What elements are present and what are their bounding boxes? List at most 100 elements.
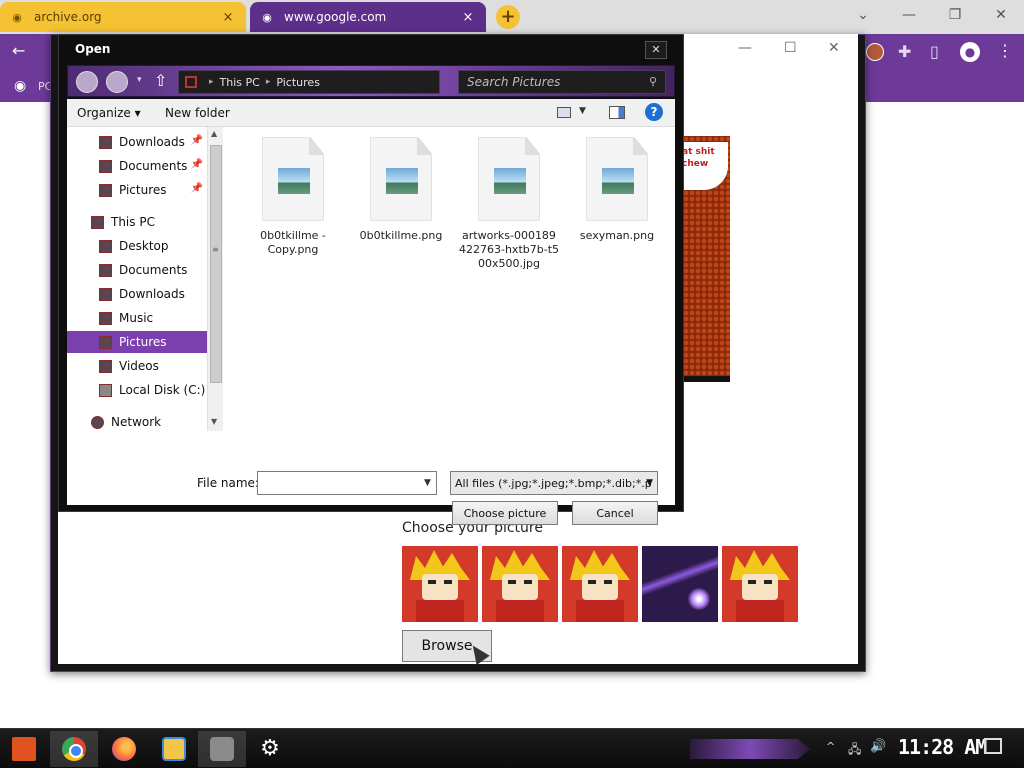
- new-tab-button[interactable]: +: [496, 5, 520, 29]
- nav-item-label: Pictures: [119, 335, 167, 349]
- nav-item-label: Network: [111, 415, 162, 429]
- nav-item-downloads[interactable]: Downloads 📌: [67, 131, 207, 153]
- close-tab-icon[interactable]: ×: [460, 10, 476, 25]
- volume-tray-icon[interactable]: 🔊: [870, 739, 886, 754]
- change-view-icon[interactable]: [557, 107, 571, 118]
- back-arrow-icon[interactable]: ←: [12, 41, 25, 60]
- breadcrumb-pictures[interactable]: Pictures: [276, 76, 320, 89]
- start-button[interactable]: [12, 737, 36, 761]
- cancel-button[interactable]: Cancel: [572, 501, 658, 525]
- tab-archive[interactable]: ◉ archive.org ×: [0, 2, 246, 32]
- forward-nav-icon[interactable]: [106, 71, 128, 93]
- side-panel-icon[interactable]: ▯: [930, 42, 939, 61]
- nav-item-music[interactable]: Music: [67, 307, 207, 329]
- picture-thumbnail[interactable]: [482, 546, 558, 622]
- file-item[interactable]: 0b0tkillme.png: [351, 137, 451, 243]
- tab-search-chevron-icon[interactable]: ⌄: [848, 4, 878, 26]
- globe-icon: ◉: [262, 10, 272, 24]
- search-icon[interactable]: ⚲: [649, 75, 657, 88]
- close-tab-icon[interactable]: ×: [220, 10, 236, 25]
- dialog-title: Open: [75, 42, 111, 56]
- view-options-chevron-icon[interactable]: ▼: [579, 106, 586, 116]
- file-name-label: File name:: [197, 476, 259, 490]
- taskbar-clock[interactable]: 11:28 AM: [898, 735, 987, 759]
- new-folder-button[interactable]: New folder: [165, 106, 230, 120]
- nav-item-label: Desktop: [119, 239, 169, 253]
- picture-thumbnail[interactable]: [562, 546, 638, 622]
- restore-button[interactable]: ❐: [940, 4, 970, 26]
- popup-minimize-button[interactable]: —: [738, 40, 752, 56]
- file-item[interactable]: sexyman.png: [567, 137, 667, 243]
- nav-item-this-pc[interactable]: This PC: [67, 211, 207, 233]
- scroll-down-icon[interactable]: ▼: [211, 417, 217, 426]
- file-explorer-icon[interactable]: [162, 737, 186, 761]
- downloads-folder-icon: [99, 287, 112, 301]
- up-folder-icon[interactable]: ⇧: [154, 71, 167, 90]
- globe-icon: ◉: [12, 10, 22, 24]
- choose-picture-button[interactable]: Choose picture: [452, 501, 558, 525]
- file-item[interactable]: artworks-000189422763-hxtb7b-t500x500.jp…: [459, 137, 559, 271]
- puzzle-icon[interactable]: ✚: [898, 42, 911, 61]
- nav-item-pictures[interactable]: Pictures 📌: [67, 179, 207, 201]
- nav-item-videos[interactable]: Videos: [67, 355, 207, 377]
- image-file-icon: [586, 137, 648, 221]
- notification-icon[interactable]: [984, 738, 1002, 754]
- dialog-close-button[interactable]: ✕: [645, 41, 667, 59]
- popup-close-button[interactable]: ✕: [828, 40, 840, 56]
- file-name: 0b0tkillme.png: [359, 229, 443, 242]
- breadcrumb[interactable]: ▸ This PC ▸ Pictures: [178, 70, 440, 94]
- nav-item-documents[interactable]: Documents: [67, 259, 207, 281]
- back-nav-icon[interactable]: [76, 71, 98, 93]
- profile-icon[interactable]: ●: [960, 42, 980, 62]
- file-list: 0b0tkillme - Copy.png 0b0tkillme.png art…: [225, 127, 675, 457]
- file-name-history-chevron-icon[interactable]: ▼: [424, 478, 431, 488]
- picture-thumbnail[interactable]: [722, 546, 798, 622]
- recent-locations-chevron-icon[interactable]: ▾: [137, 75, 142, 85]
- chrome-icon[interactable]: [62, 737, 86, 761]
- scrollbar-thumb[interactable]: [210, 145, 222, 383]
- network-tray-icon[interactable]: 🖧: [848, 740, 861, 761]
- scroll-up-icon[interactable]: ▲: [211, 129, 217, 138]
- navigation-scrollbar[interactable]: ▲ ≡ ▼: [207, 127, 223, 431]
- file-type-value: All files (*.jpg;*.jpeg;*.bmp;*.dib;*.p: [455, 476, 652, 490]
- minimize-button[interactable]: —: [894, 4, 924, 26]
- search-placeholder: Search Pictures: [467, 75, 561, 89]
- picture-thumbnail[interactable]: [642, 546, 718, 622]
- file-name-input[interactable]: [257, 471, 437, 495]
- address-bar: ▾ ⇧ ▸ This PC ▸ Pictures Search Pictures…: [67, 65, 675, 97]
- picture-thumbnail[interactable]: [402, 546, 478, 622]
- this-pc-icon: [185, 76, 197, 88]
- monitor-app-icon[interactable]: [210, 737, 234, 761]
- breadcrumb-this-pc[interactable]: This PC: [220, 76, 260, 89]
- file-name: sexyman.png: [579, 229, 655, 242]
- nav-item-label: Pictures: [119, 183, 167, 197]
- tray-chevron-icon[interactable]: ^: [826, 740, 835, 753]
- file-item[interactable]: 0b0tkillme - Copy.png: [243, 137, 343, 257]
- nav-item-network[interactable]: Network: [67, 411, 207, 433]
- documents-folder-icon: [99, 263, 112, 277]
- organize-button[interactable]: Organize ▾: [77, 106, 141, 120]
- extension-avatar-icon[interactable]: [866, 43, 884, 61]
- nav-item-label: Local Disk (C:): [119, 383, 206, 397]
- file-name: 0b0tkillme - Copy.png: [260, 229, 326, 256]
- nav-item-local-disk[interactable]: Local Disk (C:): [67, 379, 207, 401]
- nav-item-documents[interactable]: Documents 📌: [67, 155, 207, 177]
- file-type-select[interactable]: All files (*.jpg;*.jpeg;*.bmp;*.dib;*.p …: [450, 471, 658, 495]
- help-icon[interactable]: ?: [645, 103, 663, 121]
- browser-tabstrip: ◉ archive.org × ◉ www.google.com × + ⌄ —…: [0, 0, 1024, 34]
- desktop-folder-icon: [99, 239, 112, 253]
- nav-item-pictures[interactable]: Pictures: [67, 331, 207, 353]
- popup-maximize-button[interactable]: ☐: [784, 40, 797, 56]
- music-folder-icon: [99, 311, 112, 325]
- firefox-icon[interactable]: [112, 737, 136, 761]
- meme-speech-bubble: at shit chew: [680, 142, 728, 190]
- close-window-button[interactable]: ✕: [986, 4, 1016, 26]
- kebab-menu-icon[interactable]: ⋮: [997, 41, 1013, 60]
- search-input[interactable]: Search Pictures ⚲: [458, 70, 666, 94]
- settings-gear-icon[interactable]: ⚙: [258, 737, 282, 761]
- bookmark-globe-icon[interactable]: ◉: [14, 78, 26, 94]
- nav-item-desktop[interactable]: Desktop: [67, 235, 207, 257]
- preview-pane-icon[interactable]: [609, 106, 625, 119]
- nav-item-downloads[interactable]: Downloads: [67, 283, 207, 305]
- tab-google[interactable]: ◉ www.google.com ×: [250, 2, 486, 32]
